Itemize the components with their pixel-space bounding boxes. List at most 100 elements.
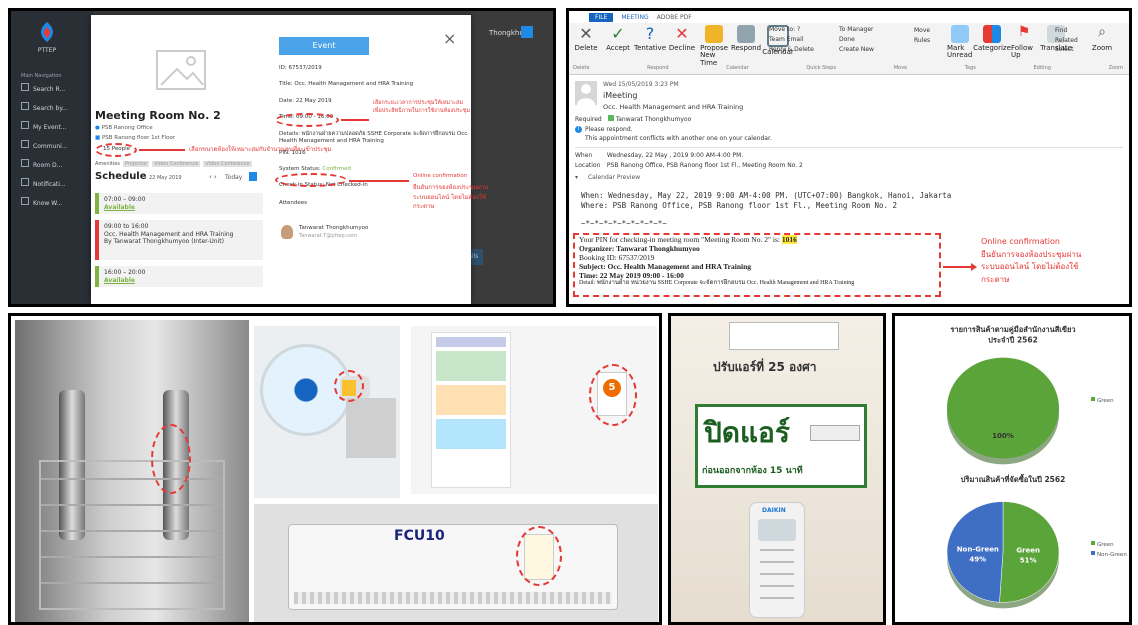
poster-header	[436, 337, 506, 347]
body-where: Where: PSB Ranong Office, PSB Ranong flo…	[581, 201, 898, 210]
ac-temperature-sign: ปรับแอร์ที่ 25 องศา	[713, 360, 817, 374]
sidebar-item[interactable]: Room D...	[21, 159, 93, 169]
please-respond: Please respond.	[585, 126, 633, 133]
question-icon: ?	[645, 24, 655, 43]
prev-next-arrows[interactable]: ‹ ›	[209, 173, 217, 181]
when-label: When	[575, 152, 593, 159]
sidebar-item-icon	[21, 197, 29, 205]
slot-booked[interactable]: 09:00 to 16:00 Occ. Health Management an…	[95, 220, 263, 260]
sidebar-item[interactable]: Know W...	[21, 197, 93, 207]
sidebar-item[interactable]: Notificati...	[21, 178, 93, 188]
poster-image	[436, 419, 506, 449]
move-button[interactable]: Move	[914, 26, 930, 36]
related-button[interactable]: Related	[1055, 36, 1078, 46]
capacity-arrow	[139, 149, 185, 151]
quick-step-item[interactable]: To Manager	[839, 26, 909, 33]
calendar-preview-toggle[interactable]: ▾ Calendar Preview	[575, 174, 640, 181]
accept-button[interactable]: ✓ Accept	[605, 25, 631, 52]
slot-available[interactable]: 07:00 – 09:00 Available	[95, 193, 263, 214]
ac-sign-panel: ปรับแอร์ที่ 25 องศา ปิดแอร์ ก่อนออกจากห้…	[668, 313, 886, 625]
quick-step-item[interactable]: Done	[839, 36, 909, 43]
message-subject: Occ. Health Management and HRA Training	[603, 103, 744, 111]
chart-title: ประจำปี 2562	[988, 336, 1038, 345]
when-value: Wednesday, 22 May , 2019 9:00 AM-4:00 PM…	[606, 152, 744, 159]
sidebar-item[interactable]: Search by...	[21, 102, 93, 112]
select-button[interactable]: Select	[1055, 45, 1078, 55]
check-icon: ✓	[611, 24, 625, 43]
room-floor: PSB Ranong floor 1st Floor	[101, 135, 176, 141]
tube-highlight	[151, 424, 191, 494]
delete-button[interactable]: ✕ Delete	[573, 25, 599, 52]
room-image-placeholder	[151, 47, 211, 93]
location-row: Location PSB Ranong Office, PSB Ranong f…	[575, 162, 803, 169]
required-name[interactable]: Tanwarat Thongkhumyoo	[616, 116, 692, 123]
sidebar-item-icon	[21, 121, 29, 129]
slot-status[interactable]: Available	[104, 204, 258, 212]
quick-step-item[interactable]: Create New	[839, 46, 909, 53]
legend-swatch	[1091, 397, 1095, 401]
editing-group: Find Related Select	[1055, 26, 1078, 55]
amenities-row: Amenities Projector Video Conference Vid…	[95, 161, 252, 167]
note-online-title: Online confirmation	[413, 173, 468, 179]
schedule-label: Schedule	[95, 171, 147, 182]
sender-name[interactable]: iMeeting	[603, 91, 637, 100]
tab-file[interactable]: FILE	[589, 12, 614, 22]
room-title: Meeting Room No. 2	[95, 109, 221, 122]
when-row: When Wednesday, 22 May , 2019 9:00 AM-4:…	[575, 152, 743, 159]
decline-button[interactable]: ✕ Decline	[669, 25, 695, 52]
sidebar-item[interactable]: My Event...	[21, 121, 93, 131]
required-label: Required	[575, 116, 602, 123]
calendar-icon[interactable]	[249, 172, 257, 181]
sidebar-item-icon	[21, 178, 29, 186]
respond-icon	[737, 25, 755, 43]
quick-step-item[interactable]: Team Email	[769, 36, 839, 43]
body-tilde: ~*~*~*~*~*~*~*~*~*~	[581, 219, 667, 228]
sidebar-item-icon	[21, 102, 29, 110]
sidebar-item-label: Notificati...	[33, 181, 66, 188]
pie-data-label: 49%	[969, 555, 986, 563]
categorize-icon	[983, 25, 1001, 43]
follow-up-button[interactable]: ⚑ Follow Up	[1011, 25, 1037, 60]
quick-step-item[interactable]: Move to: ?	[769, 26, 839, 33]
slot-available[interactable]: 16:00 – 20:00 Available	[95, 266, 263, 287]
pie-slice	[947, 357, 1059, 459]
pttep-logo: PTTEP	[33, 21, 61, 54]
amenities-label: Amenities	[95, 161, 120, 167]
slot-status[interactable]: Available	[104, 277, 258, 285]
today-button[interactable]: Today	[225, 174, 242, 181]
sidebar-item-label: Search R...	[33, 86, 66, 93]
tentative-button[interactable]: ? Tentative	[634, 24, 666, 52]
find-button[interactable]: Find	[1055, 26, 1078, 36]
detail-line: Detail: พนักงานฝ่าย หน่วยงาน SSHE Corpor…	[579, 280, 855, 286]
poster-image	[436, 351, 506, 381]
ribbon-group-label: Delete	[573, 65, 590, 71]
close-icon[interactable]: ×	[443, 29, 456, 48]
mark-unread-button[interactable]: Mark Unread	[947, 25, 973, 60]
move-group: Move Rules	[914, 26, 930, 45]
booking-id-line: Booking ID: 67537/2019	[579, 253, 655, 262]
attendee-avatar	[281, 225, 293, 239]
sidebar-item[interactable]: Search R...	[21, 83, 93, 93]
tab-meeting[interactable]: MEETING	[621, 14, 648, 21]
sidebar-item[interactable]: Communi...	[21, 140, 93, 150]
quick-step-item[interactable]: Reply & Delete	[769, 46, 839, 53]
top-user-avatar[interactable]	[521, 26, 533, 38]
top-user-name[interactable]: Thongkhu	[489, 29, 524, 37]
event-tab[interactable]: Event	[279, 37, 369, 55]
tab-adobe-pdf[interactable]: ADOBE PDF	[657, 14, 692, 21]
status-arrow	[349, 180, 409, 182]
attendee-email[interactable]: Tanwarat.T@pttep.com	[299, 233, 357, 239]
poster-photo: 5	[411, 326, 657, 494]
room-location-row: ● PSB Ranong Office	[95, 125, 153, 131]
room-location: PSB Ranong Office	[101, 125, 153, 131]
propose-time-button[interactable]: Propose New Time	[700, 25, 728, 67]
rules-button[interactable]: Rules	[914, 36, 930, 46]
fan-highlight	[334, 370, 364, 402]
pie-data-label: 100%	[992, 432, 1014, 440]
respond-button[interactable]: Respond	[731, 25, 761, 52]
zoom-button[interactable]: ⌕ Zoom	[1089, 25, 1115, 52]
categorize-button[interactable]: Categorize	[973, 25, 1011, 52]
conflict-msg: This appointment conflicts with another …	[585, 135, 772, 142]
fcu-ac-photo: FCU10	[254, 504, 658, 622]
propose-icon	[705, 25, 723, 43]
